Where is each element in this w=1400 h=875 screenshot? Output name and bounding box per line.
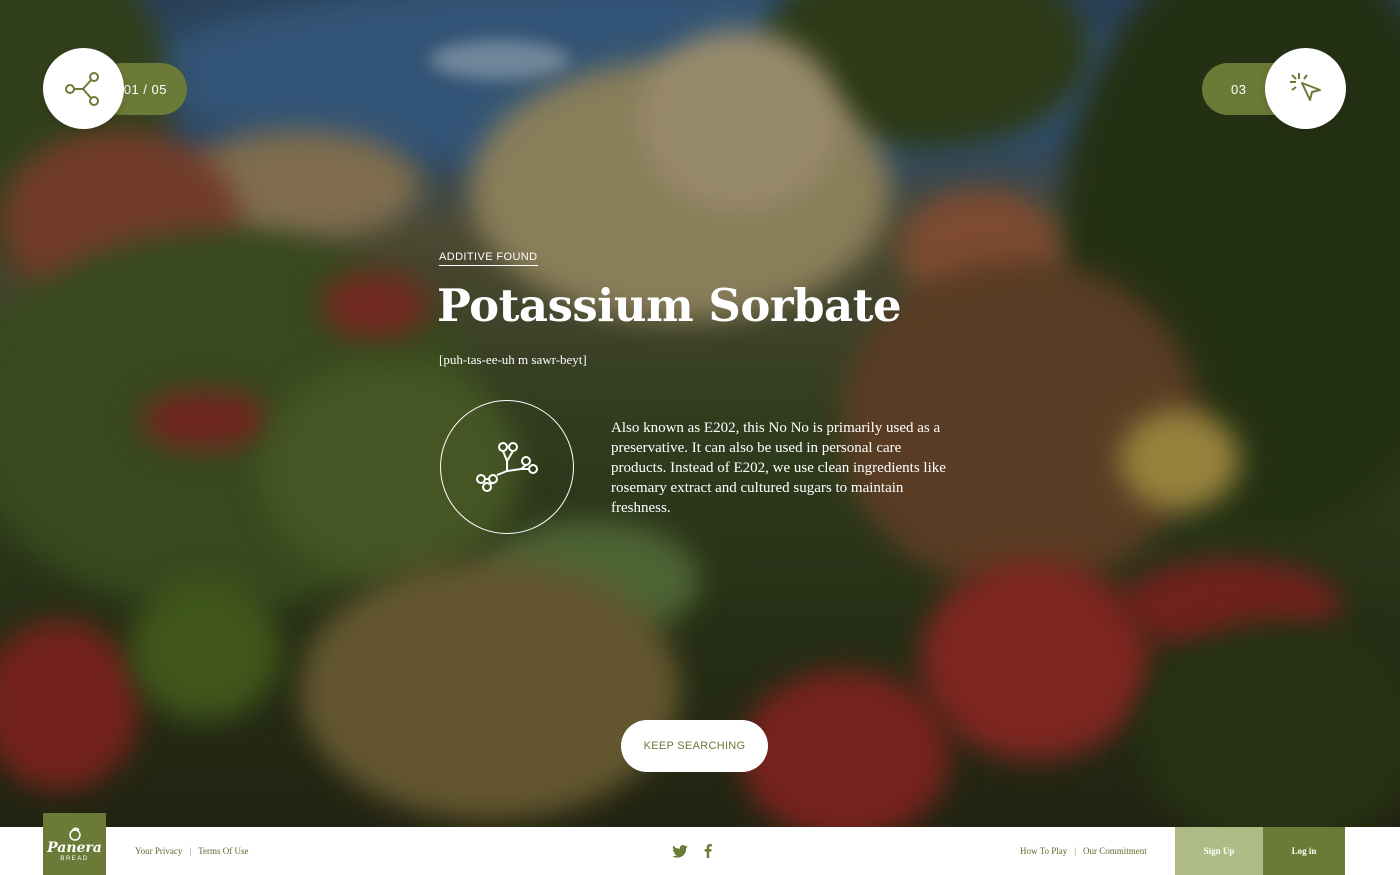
legal-links: Your Privacy | Terms Of Use (135, 827, 249, 875)
how-to-play-link[interactable]: How To Play (1020, 846, 1067, 856)
share-icon (64, 71, 99, 106)
logo-wordmark: Panera (47, 839, 102, 856)
share-button[interactable] (43, 48, 124, 129)
terms-link[interactable]: Terms Of Use (198, 846, 248, 856)
info-links: How To Play | Our Commitment (1020, 827, 1147, 875)
additive-found-label: Additive Found (439, 251, 538, 266)
molecule-icon (476, 442, 538, 492)
social-links (672, 827, 712, 875)
our-commitment-link[interactable]: Our Commitment (1083, 846, 1147, 856)
panera-logo[interactable]: Panera BREAD (43, 813, 106, 875)
sparkle-cursor-icon (1289, 72, 1321, 101)
hint-counter-text: 03 (1231, 81, 1247, 97)
footer: Panera BREAD Your Privacy | Terms Of Use… (0, 813, 1400, 875)
log-in-button[interactable]: Log in (1263, 827, 1345, 875)
privacy-link[interactable]: Your Privacy (135, 846, 182, 856)
link-separator: | (1074, 846, 1077, 856)
sign-up-button[interactable]: Sign Up (1175, 827, 1263, 875)
twitter-icon[interactable] (672, 844, 688, 858)
keep-searching-button[interactable]: Keep Searching (621, 720, 768, 772)
logo-subtitle: BREAD (60, 855, 89, 862)
molecule-badge (440, 400, 574, 534)
additive-description: Also known as E202, this No No is primar… (611, 420, 946, 516)
link-separator: | (189, 846, 192, 856)
hint-button[interactable] (1265, 48, 1346, 129)
background-scene (0, 0, 1400, 827)
additive-pronunciation: [puh-tas-ee-uh m sawr-beyt] (439, 352, 587, 367)
additive-name: Potassium Sorbate (437, 279, 902, 332)
progress-counter-text: 01 / 05 (123, 81, 167, 97)
panera-logo-icon (68, 827, 81, 841)
facebook-icon[interactable] (704, 844, 712, 858)
